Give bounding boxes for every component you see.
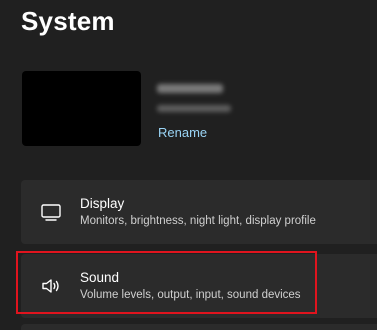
device-model-redacted — [157, 105, 231, 112]
display-card-title: Display — [80, 196, 125, 211]
sound-card-subtitle: Volume levels, output, input, sound devi… — [80, 289, 301, 301]
device-thumbnail — [22, 71, 141, 146]
sound-settings-card[interactable]: Sound Volume levels, output, input, soun… — [21, 254, 377, 318]
settings-page: System Rename Display Monitors, brightne… — [0, 0, 377, 330]
monitor-icon — [41, 204, 61, 221]
next-settings-card[interactable] — [21, 324, 377, 330]
display-settings-card[interactable]: Display Monitors, brightness, night ligh… — [21, 180, 377, 244]
device-name-redacted — [157, 84, 223, 93]
display-card-subtitle: Monitors, brightness, night light, displ… — [80, 215, 316, 227]
sound-card-title: Sound — [80, 270, 120, 285]
speaker-icon — [42, 279, 59, 293]
page-title: System — [21, 6, 115, 36]
rename-link[interactable]: Rename — [158, 125, 207, 140]
